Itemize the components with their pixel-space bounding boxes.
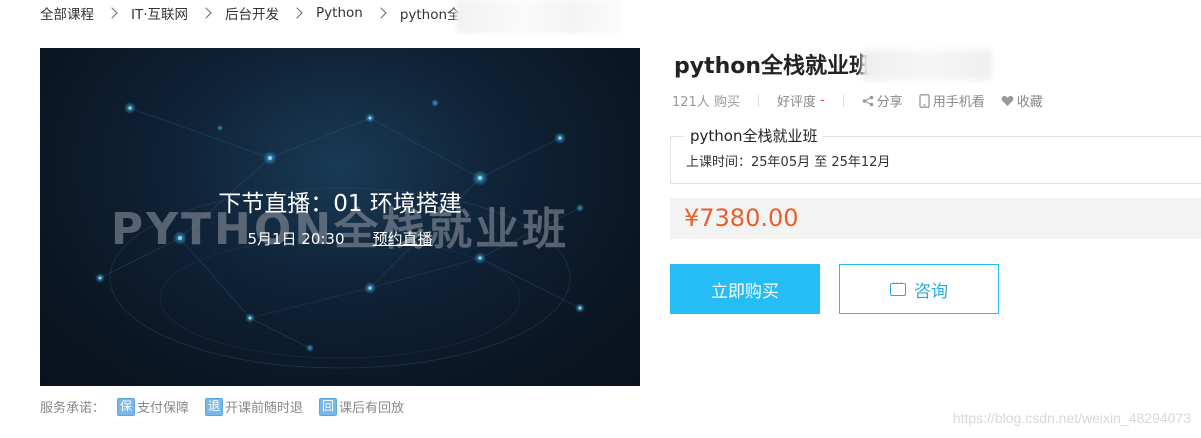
share-icon (862, 95, 873, 106)
chat-icon (890, 277, 906, 296)
live-time: 5月1日 20:30 (247, 230, 345, 248)
heart-icon (1001, 95, 1014, 106)
consult-label: 咨询 (914, 281, 948, 301)
breadcrumb-all-courses[interactable]: 全部课程 (40, 3, 94, 23)
share-label: 分享 (876, 95, 903, 110)
course-price: ¥7380.00 (684, 204, 799, 232)
chevron-right-icon (200, 7, 212, 19)
rating: 好评度 - (777, 91, 825, 110)
divider (757, 94, 759, 107)
buy-now-button[interactable]: 立即购买 (670, 264, 820, 314)
chevron-right-icon (291, 7, 303, 19)
replay-icon: 回 (319, 397, 338, 416)
reserve-live-link[interactable]: 预约直播 (373, 228, 433, 249)
course-video-banner[interactable]: PYTHON全栈就业班 下节直播：01 环境搭建 5月1日 20:30 预约直播 (40, 48, 640, 386)
service-payment-guarantee: 保 支付保障 (117, 397, 189, 416)
chevron-right-icon (375, 7, 387, 19)
share-button[interactable]: 分享 (862, 91, 903, 110)
rating-label: 好评度 (776, 95, 816, 110)
course-title: python全栈就业班 (674, 54, 872, 79)
service-item-label: 课后有回放 (339, 401, 405, 416)
service-label: 服务承诺： (40, 401, 106, 416)
buyer-count: 121人 购买 (672, 95, 740, 110)
class-name: python全栈就业班 (684, 125, 824, 146)
class-schedule: 上课时间：25年05月 至 25年12月 (686, 155, 891, 170)
consult-button[interactable]: 咨询 (839, 264, 999, 314)
redacted-region (456, 0, 622, 33)
guarantee-icon: 保 (117, 397, 136, 416)
service-item-label: 开课前随时退 (225, 401, 304, 416)
mobile-view-label: 用手机看 (932, 95, 985, 110)
chevron-right-icon (106, 7, 118, 19)
page-watermark: https://blog.csdn.net/weixin_48294073 (952, 410, 1191, 426)
breadcrumb-python[interactable]: Python (316, 5, 363, 21)
service-promises: 服务承诺： 保 支付保障 退 开课前随时退 回 课后有回放 (40, 397, 420, 416)
redacted-region (862, 50, 992, 80)
breadcrumb-current: python全 (399, 7, 461, 23)
service-replay-available: 回 课后有回放 (319, 397, 404, 416)
breadcrumb: 全部课程 IT·互联网 后台开发 Python python全 (40, 2, 461, 24)
favorite-button[interactable]: 收藏 (1001, 91, 1043, 110)
favorite-label: 收藏 (1016, 95, 1043, 110)
course-meta-row: 121人 购买 好评度 - 分享 用手机看 收藏 (672, 91, 1059, 110)
rating-value: - (819, 93, 825, 108)
mobile-phone-icon (919, 93, 930, 108)
breadcrumb-it-internet[interactable]: IT·互联网 (131, 3, 188, 23)
breadcrumb-backend-dev[interactable]: 后台开发 (225, 3, 279, 23)
service-refund-before-start: 退 开课前随时退 (205, 397, 303, 416)
mobile-view-button[interactable]: 用手机看 (919, 91, 985, 110)
service-item-label: 支付保障 (137, 401, 190, 416)
live-info-row: 5月1日 20:30 预约直播 (40, 228, 640, 249)
next-live-title: 下节直播：01 环境搭建 (218, 191, 462, 217)
divider (842, 94, 844, 107)
refund-icon: 退 (205, 397, 224, 416)
